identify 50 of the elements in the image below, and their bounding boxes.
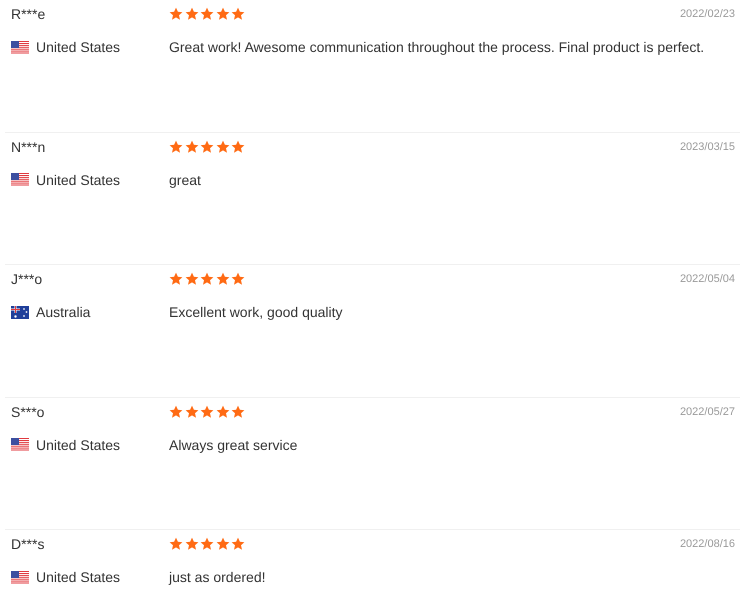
star-icon — [231, 272, 245, 286]
star-icon — [200, 537, 214, 551]
review-comment: Great work! Awesome communication throughout the process. Final product is perfect. — [169, 39, 706, 55]
star-icon — [231, 140, 245, 154]
review-date: 2022/08/16 — [680, 538, 736, 550]
reviewer-name: R***e — [11, 6, 46, 22]
review-comment: just as ordered! — [169, 569, 266, 585]
review-date: 2023/03/15 — [680, 140, 736, 152]
star-icon — [169, 404, 183, 418]
us-flag-icon — [11, 40, 29, 54]
review-comment: great — [169, 172, 202, 188]
us-flag-icon — [11, 438, 29, 451]
reviewer-name: D***s — [11, 536, 46, 552]
star-icon — [169, 537, 183, 551]
country-name: United States — [36, 39, 120, 55]
star-icon — [216, 404, 230, 418]
country-name: Australia — [36, 304, 90, 320]
review-comment: Excellent work, good quality — [169, 304, 344, 320]
star-icon — [169, 7, 183, 21]
star-icon — [231, 537, 245, 551]
star-icon — [169, 140, 183, 154]
us-flag-icon — [11, 570, 29, 584]
star-icon — [231, 7, 245, 21]
review-date: 2022/02/23 — [680, 8, 736, 20]
us-flag-icon — [11, 173, 29, 186]
star-icon — [169, 272, 183, 286]
star-icon — [200, 404, 214, 418]
country-name: United States — [36, 172, 120, 188]
star-icon — [216, 7, 230, 21]
star-icon — [184, 404, 198, 418]
review-date: 2022/05/27 — [680, 406, 736, 418]
star-icon — [200, 140, 214, 154]
review-comment: Always great service — [169, 436, 298, 452]
reviewer-name: S***o — [11, 404, 46, 420]
country-name: United States — [36, 569, 120, 585]
star-icon — [184, 272, 198, 286]
star-icon — [200, 272, 214, 286]
star-icon — [184, 7, 198, 21]
australia-flag-icon — [11, 306, 29, 318]
star-icon — [216, 272, 230, 286]
star-icon — [231, 404, 245, 418]
star-icon — [184, 537, 198, 551]
reviewer-name: N***n — [11, 138, 46, 154]
review-date: 2022/05/04 — [680, 273, 736, 285]
star-icon — [216, 140, 230, 154]
star-icon — [200, 7, 214, 21]
reviewer-name: J***o — [11, 271, 44, 287]
star-icon — [216, 537, 230, 551]
star-icon — [184, 140, 198, 154]
country-name: United States — [36, 436, 120, 452]
